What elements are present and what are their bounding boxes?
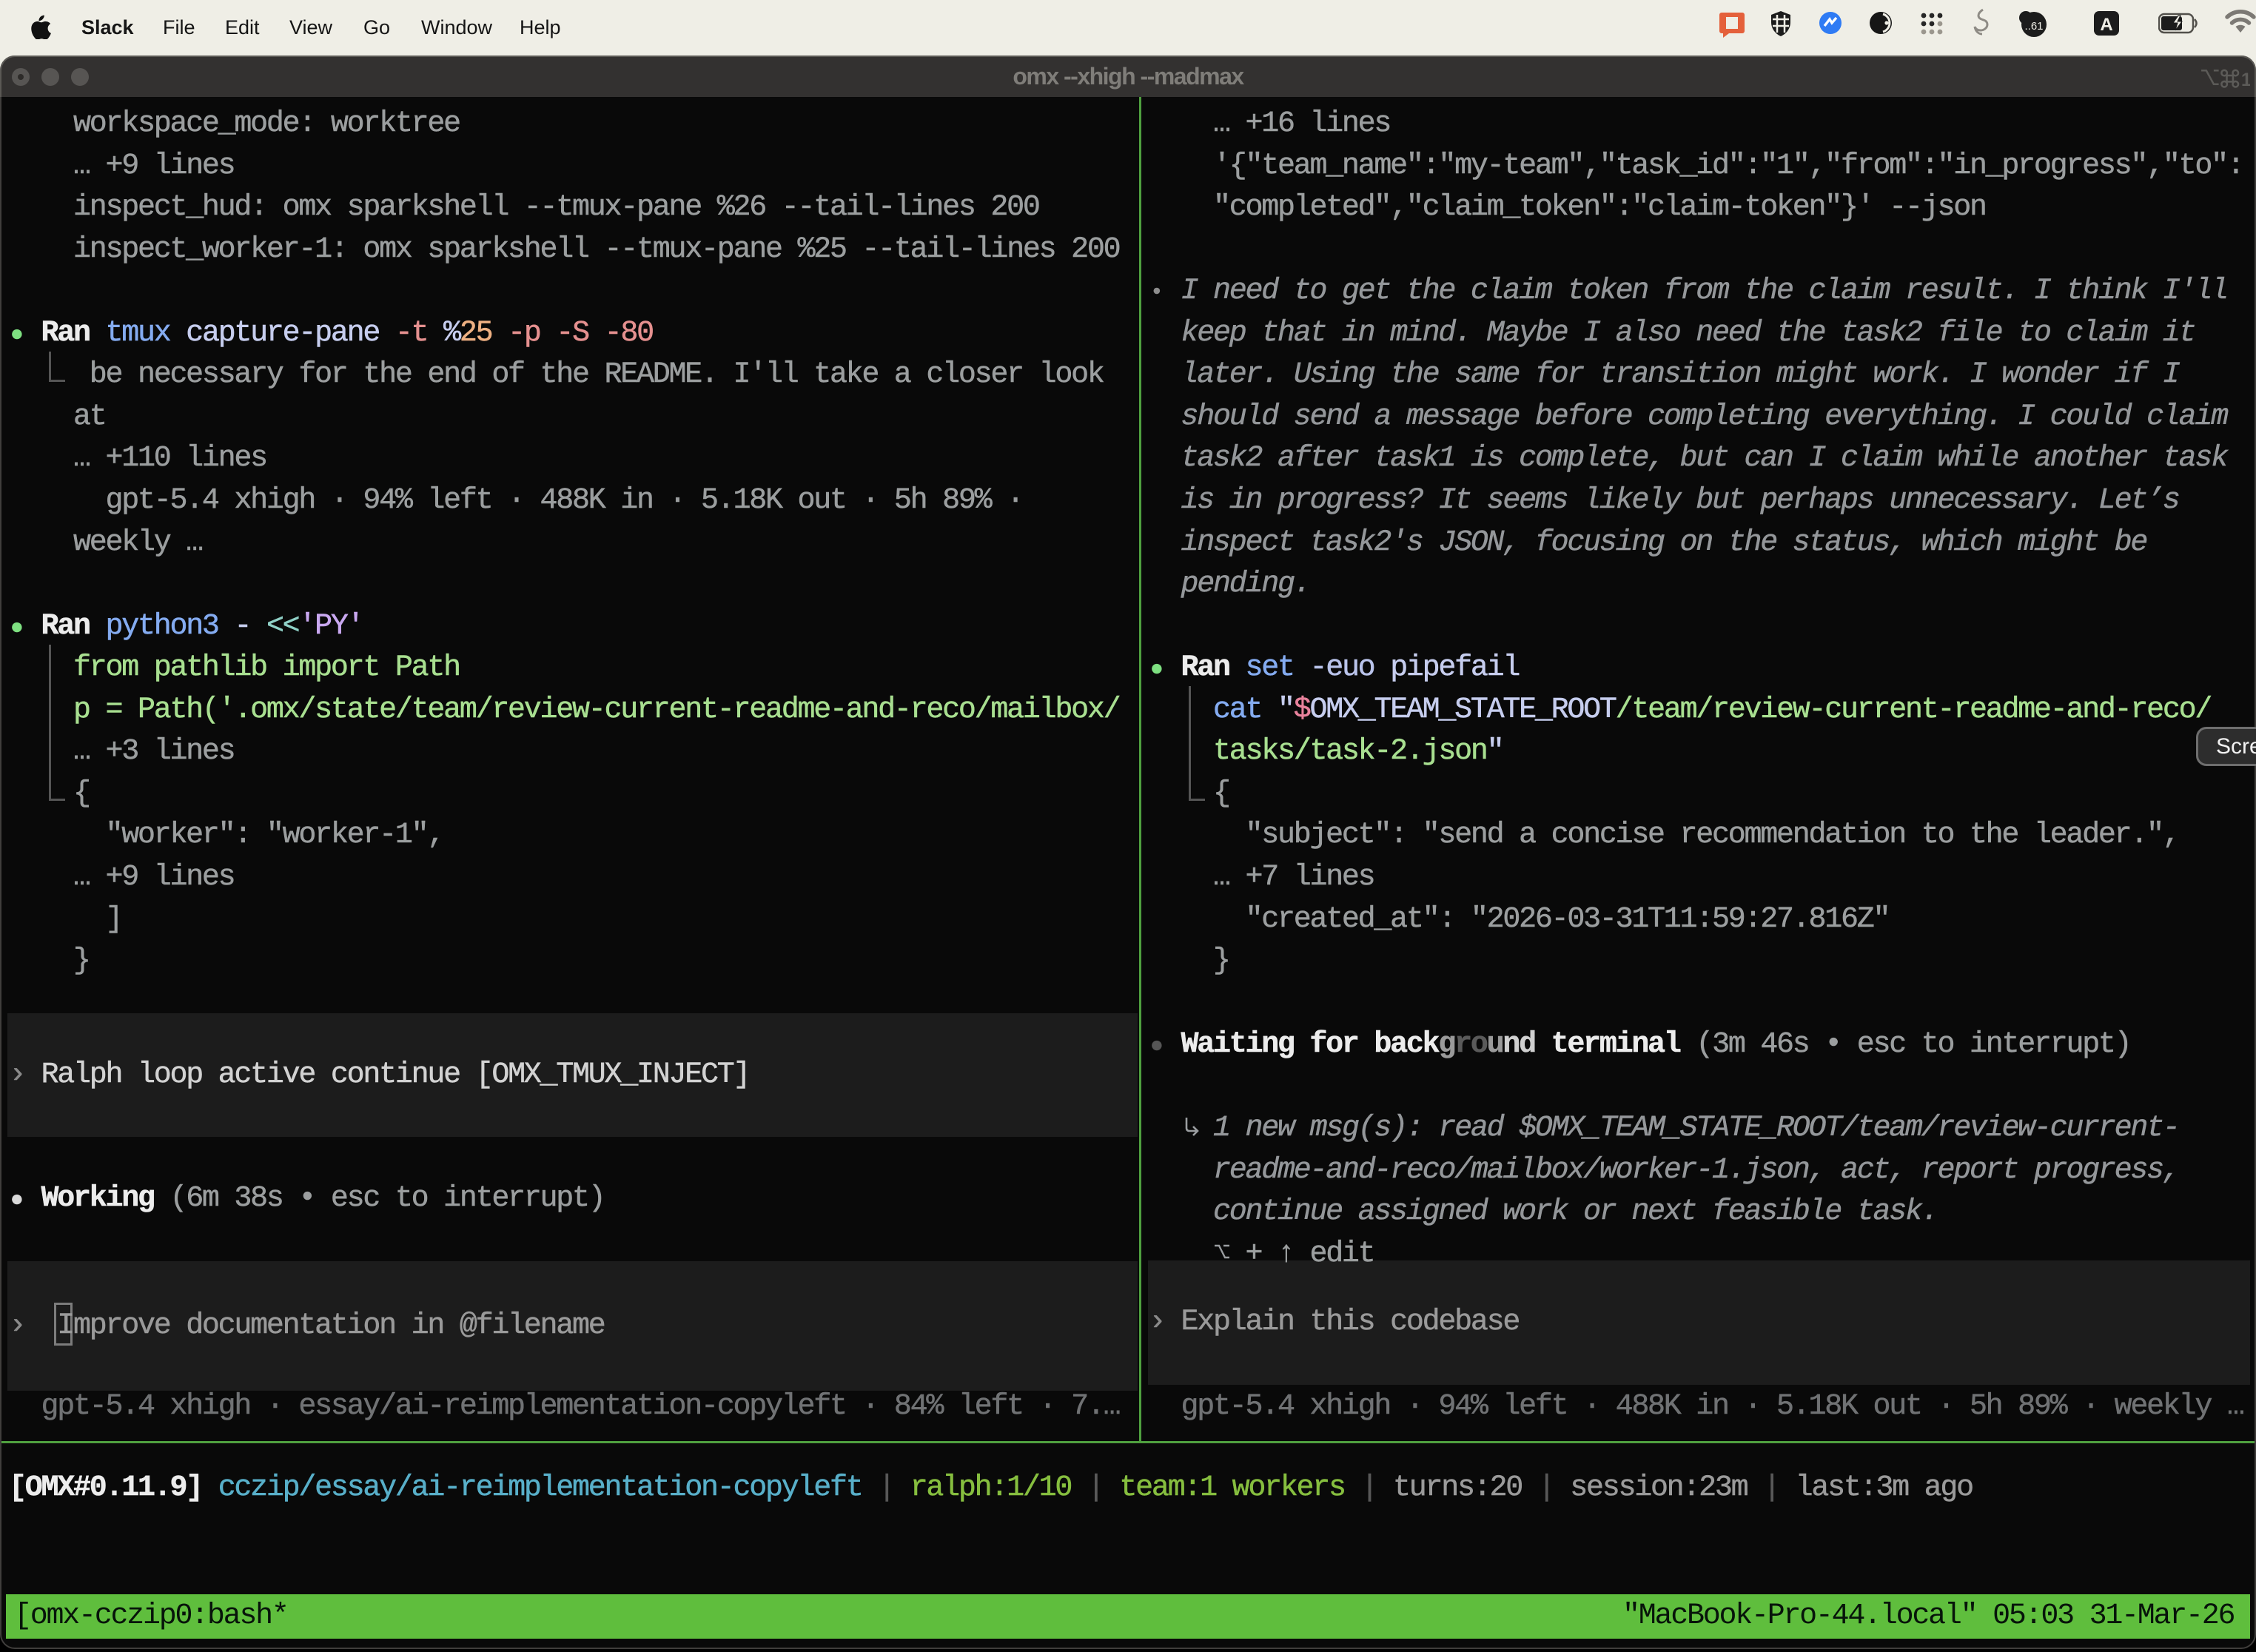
svg-text:..61: ..61 [2024, 20, 2043, 33]
svg-text:A: A [2100, 15, 2112, 35]
svg-text:1: 1 [2241, 70, 2250, 90]
